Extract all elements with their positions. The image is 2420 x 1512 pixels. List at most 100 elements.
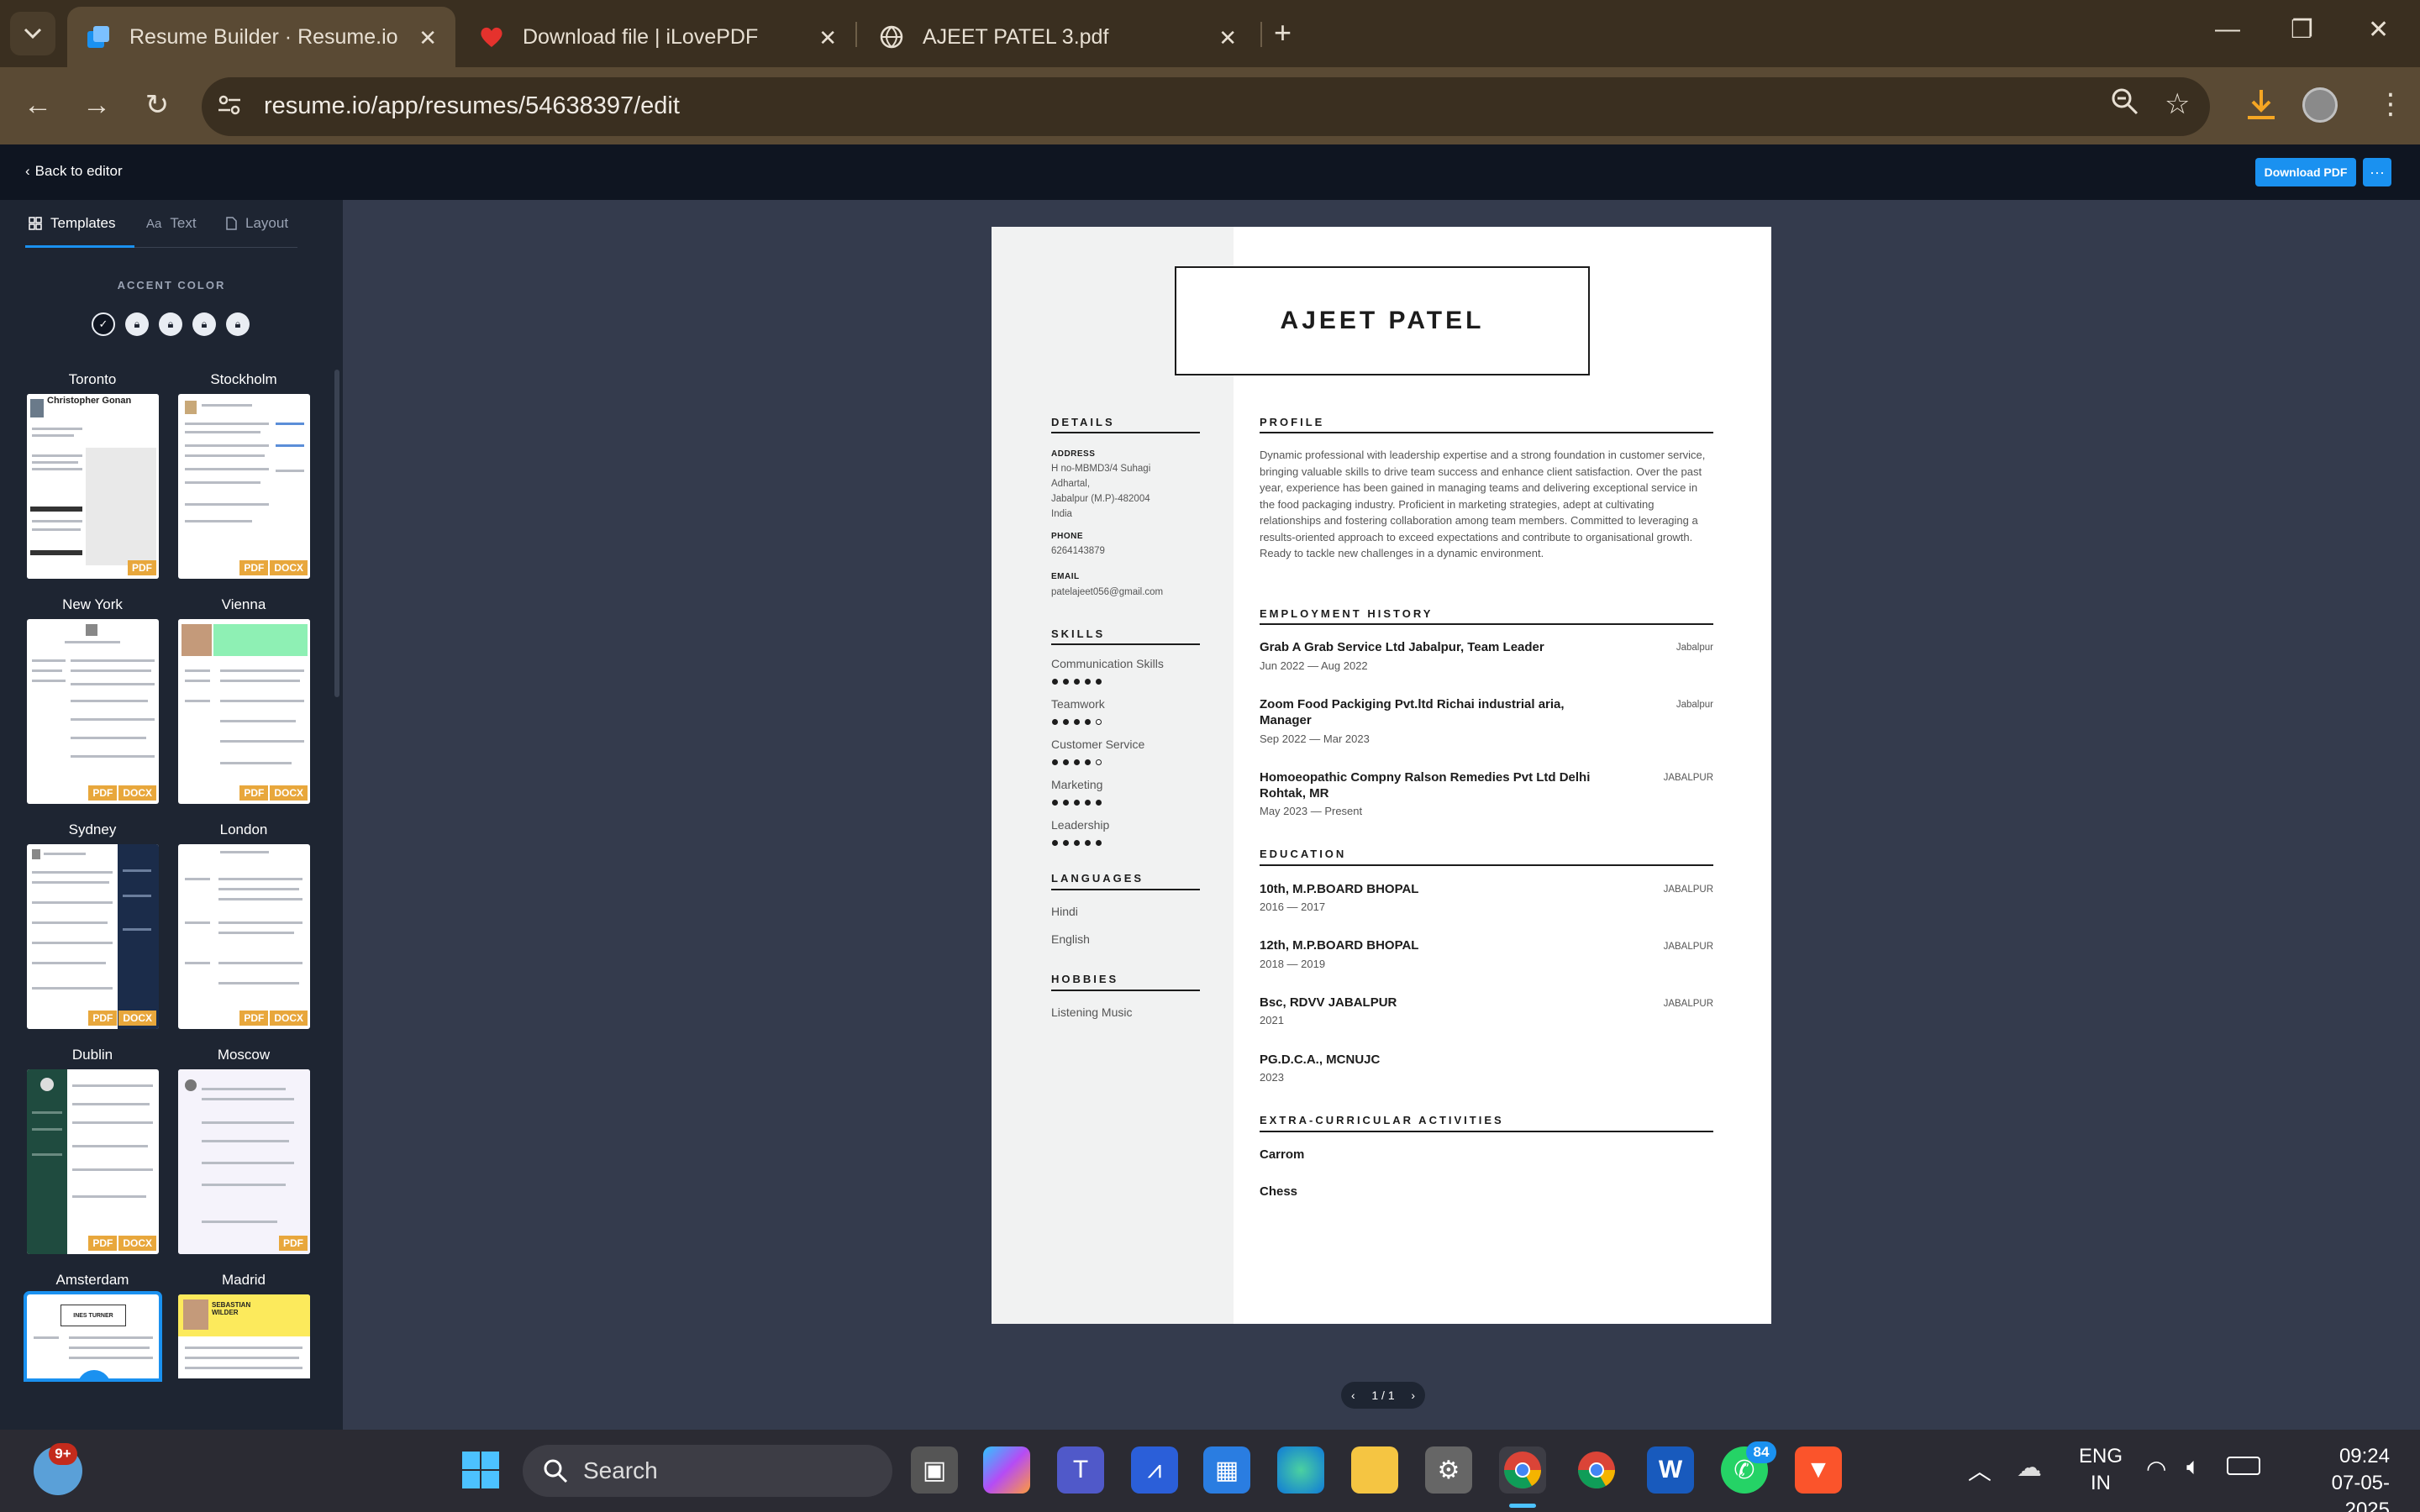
docx-badge: DOCX xyxy=(270,560,308,575)
chrome-profile-icon[interactable] xyxy=(1573,1446,1620,1494)
accent-swatch-locked[interactable]: 🔒︎ xyxy=(226,312,250,336)
profile-avatar[interactable] xyxy=(2302,87,2338,123)
close-tab-icon[interactable]: ✕ xyxy=(818,25,837,51)
file-explorer-icon[interactable] xyxy=(1351,1446,1398,1494)
education-dates: 2018 — 2019 xyxy=(1260,958,1326,970)
address-label: ADDRESS xyxy=(1051,449,1096,459)
wifi-icon[interactable]: ◠ xyxy=(2146,1455,2166,1483)
tab-ilovepdf[interactable]: Download file | iLovePDF ✕ xyxy=(460,7,855,67)
section-rule xyxy=(1260,432,1713,433)
job-location: JABALPUR xyxy=(1663,773,1713,783)
rating-dot xyxy=(1074,800,1080,806)
clock-time: 09:24 xyxy=(2338,1445,2390,1467)
template-name: Vienna xyxy=(221,596,266,612)
tab-templates[interactable]: Templates xyxy=(29,215,115,232)
pdf-badge: PDF xyxy=(239,560,269,575)
chevron-right-icon[interactable]: › xyxy=(1411,1389,1415,1402)
phone-label: PHONE xyxy=(1051,532,1084,541)
accent-swatch-locked[interactable]: 🔒︎ xyxy=(125,312,149,336)
rating-dot xyxy=(1074,840,1080,846)
windows-start-icon[interactable] xyxy=(457,1446,504,1494)
skill-name: Teamwork xyxy=(1051,697,1105,711)
rating-dot xyxy=(1085,679,1091,685)
close-tab-icon[interactable]: ✕ xyxy=(1218,25,1237,51)
check-icon: ✓ xyxy=(98,318,108,330)
close-window-icon[interactable]: ✕ xyxy=(2368,15,2389,45)
minimize-icon[interactable]: — xyxy=(2215,15,2240,44)
template-card-new-york[interactable]: PDF DOCX xyxy=(27,619,159,804)
system-clock[interactable]: 09:24 07-05-2025 xyxy=(2296,1443,2390,1512)
volume-icon[interactable]: 🔈︎ xyxy=(2186,1453,2201,1481)
kebab-menu-icon[interactable]: ⋮ xyxy=(2376,87,2405,121)
accent-swatch-locked[interactable]: 🔒︎ xyxy=(192,312,216,336)
battery-icon[interactable] xyxy=(2227,1457,2260,1475)
brave-icon[interactable]: ▼ xyxy=(1795,1446,1842,1494)
template-card-london[interactable]: PDF DOCX xyxy=(178,844,310,1029)
template-card-madrid[interactable]: SEBASTIAN WILDER xyxy=(178,1294,310,1378)
search-icon xyxy=(544,1459,568,1483)
education-dates: 2021 xyxy=(1260,1014,1284,1026)
sidebar-scrollbar[interactable] xyxy=(334,370,339,697)
activity-item: Carrom xyxy=(1260,1147,1305,1162)
docx-badge: DOCX xyxy=(118,785,156,801)
template-card-vienna[interactable]: PDF DOCX xyxy=(178,619,310,804)
downloads-icon[interactable] xyxy=(2245,87,2277,129)
new-tab-icon[interactable]: + xyxy=(1274,15,1292,50)
settings-gear-icon[interactable]: ⚙ xyxy=(1425,1446,1472,1494)
template-name: Madrid xyxy=(222,1272,266,1288)
close-tab-icon[interactable]: ✕ xyxy=(418,25,437,51)
store-icon[interactable]: ▦ xyxy=(1203,1446,1250,1494)
rating-dot xyxy=(1052,800,1058,806)
template-card-toronto[interactable]: Christopher Gonan PDF xyxy=(27,394,159,579)
onedrive-cloud-icon[interactable]: ☁ xyxy=(2017,1453,2042,1483)
address-line: Adhartal, xyxy=(1051,479,1091,489)
back-arrow-icon[interactable]: ← xyxy=(17,84,59,126)
chrome-icon[interactable] xyxy=(1499,1446,1546,1494)
show-hidden-icons[interactable]: ︿ xyxy=(1968,1453,1991,1487)
tab-layout[interactable]: Layout xyxy=(225,215,288,232)
taskbar-search[interactable]: Search xyxy=(523,1445,892,1497)
copilot-icon[interactable] xyxy=(983,1446,1030,1494)
reload-icon[interactable]: ↻ xyxy=(136,84,178,126)
edge-icon[interactable] xyxy=(1277,1446,1324,1494)
template-name: London xyxy=(219,822,268,837)
tab-search-button[interactable] xyxy=(10,12,55,55)
app-icon[interactable]: ⩘ xyxy=(1131,1446,1178,1494)
language-indicator[interactable]: ENG IN xyxy=(2075,1443,2126,1497)
tab-pdf-file[interactable]: AJEET PATEL 3.pdf ✕ xyxy=(860,7,1255,67)
url-text[interactable]: resume.io/app/resumes/54638397/edit xyxy=(264,92,680,120)
details-heading: DETAILS xyxy=(1051,416,1115,428)
template-card-stockholm[interactable]: PDF DOCX xyxy=(178,394,310,579)
chevron-left-icon[interactable]: ‹ xyxy=(1351,1389,1355,1402)
skill-rating xyxy=(1052,840,1102,846)
bookmark-star-icon[interactable]: ☆ xyxy=(2165,87,2190,121)
page-indicator: 1 / 1 xyxy=(1371,1389,1395,1402)
site-info-icon[interactable] xyxy=(217,92,242,122)
teams-icon[interactable]: T xyxy=(1057,1446,1104,1494)
pdf-badge: PDF xyxy=(279,1236,308,1251)
education-dates: 2016 — 2017 xyxy=(1260,900,1326,913)
tab-text[interactable]: Aa Text xyxy=(146,215,197,232)
template-card-moscow[interactable]: PDF xyxy=(178,1069,310,1254)
template-card-dublin[interactable]: PDF DOCX xyxy=(27,1069,159,1254)
rating-dot xyxy=(1063,759,1069,765)
skill-rating xyxy=(1052,759,1102,765)
template-card-sydney[interactable]: PDF DOCX xyxy=(27,844,159,1029)
forward-arrow-icon[interactable]: → xyxy=(76,84,118,126)
zoom-icon[interactable] xyxy=(2111,87,2139,123)
tab-resume-builder[interactable]: Resume Builder · Resume.io ✕ xyxy=(67,7,455,67)
pdf-badge: PDF xyxy=(239,785,269,801)
more-options-button[interactable]: ··· xyxy=(2363,158,2391,186)
task-view-icon[interactable]: ▣ xyxy=(911,1446,958,1494)
accent-swatch-locked[interactable]: 🔒︎ xyxy=(159,312,182,336)
download-pdf-button[interactable]: Download PDF xyxy=(2255,158,2356,186)
accent-swatch-selected[interactable]: ✓ xyxy=(92,312,115,336)
thumb-name: SEBASTIAN WILDER xyxy=(212,1301,251,1316)
education-location: JABALPUR xyxy=(1663,885,1713,895)
word-icon[interactable]: W xyxy=(1647,1446,1694,1494)
resumeio-favicon-icon xyxy=(86,24,111,50)
back-to-editor-link[interactable]: ‹ Back to editor xyxy=(25,163,123,180)
template-card-amsterdam[interactable]: INES TURNER xyxy=(24,1291,162,1382)
restore-icon[interactable]: ❐ xyxy=(2291,15,2313,45)
chevron-left-icon: ‹ xyxy=(25,163,30,179)
